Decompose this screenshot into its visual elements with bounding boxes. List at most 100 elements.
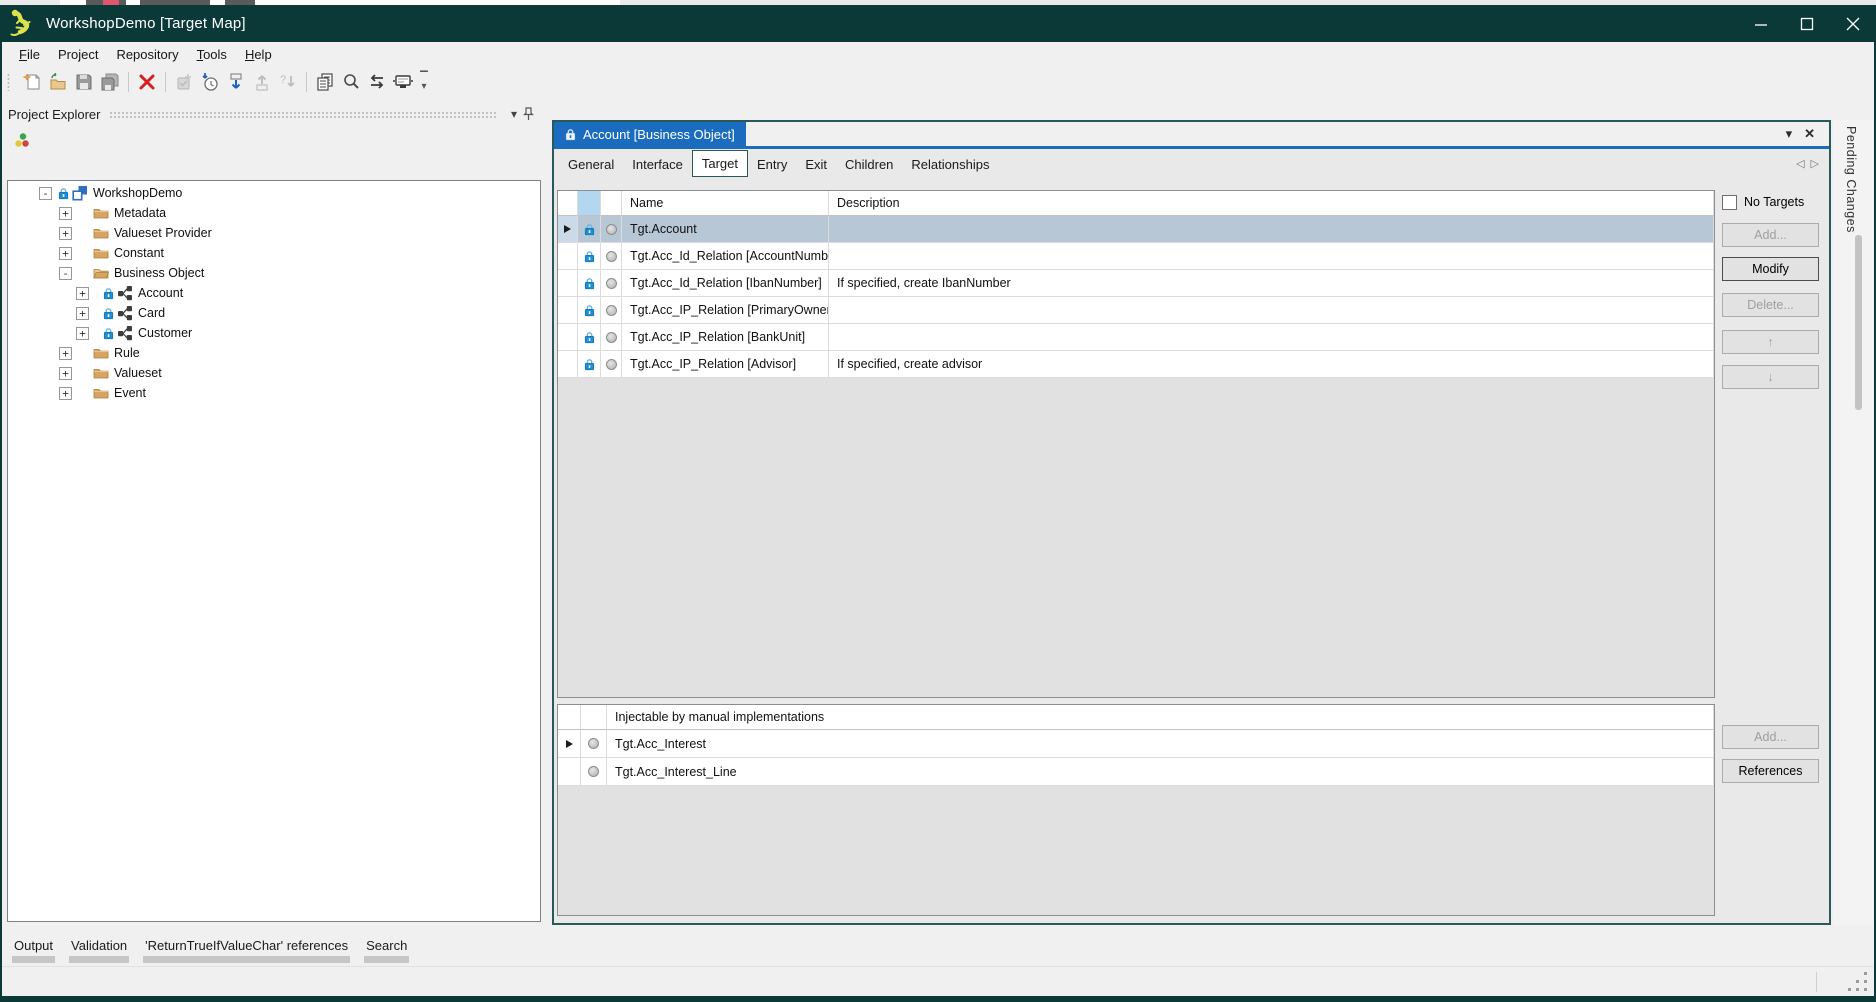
tab-exit[interactable]: Exit [796,153,836,177]
tab-target[interactable]: Target [692,150,748,177]
synchronize-icon[interactable] [364,70,390,94]
target-name: Tgt.Acc_IP_Relation [BankUnit] [622,324,829,351]
target-row[interactable]: Tgt.Acc_IP_Relation [BankUnit] [558,324,1714,351]
target-row[interactable]: Tgt.Acc_IP_Relation [PrimaryOwner] [558,297,1714,324]
toolbar-overflow-icon[interactable]: ▔▾ [416,73,432,91]
minimize-button[interactable] [1738,5,1784,42]
add-target-button[interactable]: Add... [1722,223,1819,247]
injectables-column-header[interactable]: Injectable by manual implementations [607,705,1714,730]
scrollbar-thumb[interactable] [1855,235,1862,410]
tree-item-business-object[interactable]: - Business Object [8,263,540,283]
pending-changes-tab[interactable]: Pending Changes [1844,126,1858,233]
get-latest-icon[interactable] [223,70,249,94]
tab-general[interactable]: General [559,153,623,177]
references-button[interactable]: References [1722,759,1819,783]
tree-item-metadata[interactable]: + Metadata [8,203,540,223]
save-all-icon[interactable] [97,70,123,94]
expand-toggle-icon[interactable]: + [59,227,72,240]
tree-item-constant[interactable]: + Constant [8,243,540,263]
tree-item-card[interactable]: + Card [8,303,540,323]
collapse-toggle-icon[interactable]: - [39,187,52,200]
no-targets-checkbox[interactable] [1722,195,1737,210]
target-row[interactable]: Tgt.Account [558,216,1714,243]
expand-toggle-icon[interactable]: + [59,367,72,380]
tab-children[interactable]: Children [836,153,902,177]
injectable-row[interactable]: Tgt.Acc_Interest [558,730,1714,758]
project-tree: - WorkshopDemo + Metadata + Valueset Pro… [7,180,541,922]
resize-grip[interactable] [1840,970,1870,992]
status-legend-icon[interactable] [14,132,31,149]
pin-icon[interactable] [523,107,541,121]
no-targets-option[interactable]: No Targets [1722,194,1832,210]
close-button[interactable] [1830,5,1876,42]
expand-toggle-icon[interactable]: + [59,247,72,260]
report-icon[interactable] [312,70,338,94]
menu-repository[interactable]: Repository [107,42,187,68]
maximize-button[interactable] [1784,5,1830,42]
lock-icon [565,128,576,141]
tree-item-customer[interactable]: + Customer [8,323,540,343]
tab-references[interactable]: 'ReturnTrueIfValueChar' references [143,938,350,963]
injectable-row[interactable]: Tgt.Acc_Interest_Line [558,758,1714,786]
expand-toggle-icon[interactable]: + [59,347,72,360]
save-icon[interactable] [71,70,97,94]
menu-help[interactable]: Help [236,42,281,68]
tab-relationships[interactable]: Relationships [902,153,998,177]
name-column-header[interactable]: Name [622,191,829,216]
tab-validation[interactable]: Validation [69,938,129,963]
target-row[interactable]: Tgt.Acc_IP_Relation [Advisor] If specifi… [558,351,1714,378]
tree-item-workshopdemo[interactable]: - WorkshopDemo [8,183,540,203]
tab-indicator [364,956,409,963]
tab-output[interactable]: Output [12,938,55,963]
document-tab-row: Account [Business Object] ▾ ✕ [554,122,1829,146]
description-column-header[interactable]: Description [829,191,1714,216]
toolbar-grip[interactable] [6,73,11,91]
target-row[interactable]: Tgt.Acc_Id_Relation [IbanNumber] If spec… [558,270,1714,297]
add-injectable-button[interactable]: Add... [1722,725,1819,749]
expand-toggle-icon[interactable]: + [59,207,72,220]
panel-grip[interactable] [109,111,496,118]
tab-search[interactable]: Search [364,938,409,963]
edit-icon[interactable] [171,70,197,94]
folder-icon [93,365,109,381]
tree-item-valueset-provider[interactable]: + Valueset Provider [8,223,540,243]
open-icon[interactable] [45,70,71,94]
search-icon[interactable] [338,70,364,94]
document-tab-account[interactable]: Account [Business Object] [554,122,746,146]
tree-item-rule[interactable]: + Rule [8,343,540,363]
undo-checkout-icon[interactable]: ? [275,70,301,94]
menu-project[interactable]: Project [49,42,107,68]
titlebar[interactable]: WorkshopDemo [Target Map] [0,5,1876,42]
expand-toggle-icon[interactable]: + [76,307,89,320]
delete-icon[interactable] [134,70,160,94]
business-object-icon [117,305,133,321]
modify-target-button[interactable]: Modify [1722,257,1819,281]
collapse-toggle-icon[interactable]: - [59,267,72,280]
tab-scroll-left-icon[interactable]: ◁ [1796,157,1804,170]
menu-tools[interactable]: Tools [188,42,236,68]
document-close-icon[interactable]: ✕ [1804,126,1815,142]
check-in-icon[interactable] [249,70,275,94]
document-menu-icon[interactable]: ▾ [1786,126,1793,142]
move-up-button[interactable]: ↑ [1722,330,1819,354]
expand-toggle-icon[interactable]: + [76,327,89,340]
menu-file[interactable]: File [10,42,49,68]
move-down-button[interactable]: ↓ [1722,365,1819,389]
tab-interface[interactable]: Interface [623,153,692,177]
folder-icon [93,345,109,361]
tree-item-valueset[interactable]: + Valueset [8,363,540,383]
history-get-icon[interactable] [197,70,223,94]
expand-toggle-icon[interactable]: + [59,387,72,400]
tree-item-account[interactable]: + Account [8,283,540,303]
tree-item-event[interactable]: + Event [8,383,540,403]
delete-target-button[interactable]: Delete... [1722,293,1819,317]
export-icon[interactable] [390,70,416,94]
new-project-icon[interactable] [19,70,45,94]
project-explorer-header[interactable]: Project Explorer ▾ [8,104,541,124]
tab-scroll-right-icon[interactable]: ▷ [1811,157,1819,170]
injectable-name: Tgt.Acc_Interest [607,730,1714,758]
target-row[interactable]: Tgt.Acc_Id_Relation [AccountNumber] [558,243,1714,270]
expand-toggle-icon[interactable]: + [76,287,89,300]
tab-entry[interactable]: Entry [748,153,796,177]
panel-menu-icon[interactable]: ▾ [505,107,523,121]
